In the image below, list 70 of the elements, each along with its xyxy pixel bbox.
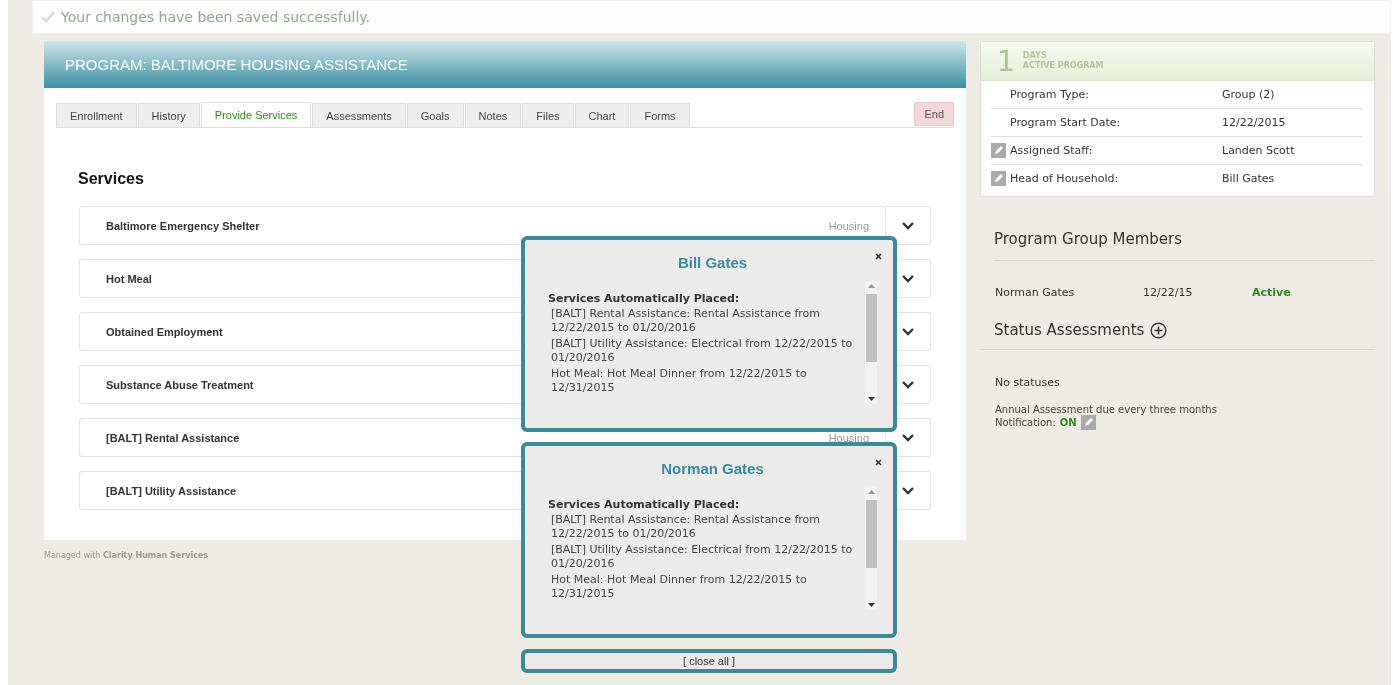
add-icon[interactable] bbox=[1150, 321, 1168, 339]
field-label: Head of Household: bbox=[1010, 172, 1120, 185]
footer-text: Managed with Clarity Human Services bbox=[44, 551, 210, 560]
chevron-down-icon bbox=[902, 221, 914, 230]
close-all-button[interactable]: [ close all ] bbox=[521, 649, 897, 673]
close-button[interactable] bbox=[874, 458, 883, 467]
program-title: PROGRAM: BALTIMORE HOUSING ASSISTANCE bbox=[65, 56, 408, 73]
scrollbar[interactable] bbox=[865, 281, 877, 404]
service-name: Obtained Employment bbox=[106, 325, 223, 338]
empty-status-text: No statuses bbox=[995, 376, 1061, 389]
chevron-down-icon bbox=[902, 433, 914, 442]
close-icon bbox=[875, 459, 882, 466]
tab[interactable]: Enrollment bbox=[56, 103, 137, 127]
scroll-up-icon[interactable] bbox=[867, 284, 875, 288]
member-name: Norman Gates bbox=[995, 286, 1076, 299]
notification-value: ON bbox=[1059, 417, 1077, 428]
placed-service: [BALT] Utility Assistance: Electrical from 12/22/2015 to 01/20/2016 bbox=[550, 543, 854, 571]
scroll-up-icon[interactable] bbox=[867, 490, 875, 494]
popup-heading: Services Automatically Placed: bbox=[548, 498, 741, 511]
tab[interactable]: Chart bbox=[574, 103, 630, 127]
field-value: Group (2) bbox=[1222, 88, 1276, 101]
member-status: Active bbox=[1252, 286, 1291, 299]
member-date: 12/22/15 bbox=[1143, 286, 1194, 299]
close-button[interactable] bbox=[874, 252, 883, 261]
chevron-down-icon bbox=[902, 327, 914, 336]
pencil-icon[interactable] bbox=[1080, 415, 1096, 430]
tab[interactable]: Assessments bbox=[312, 103, 406, 127]
scroll-down-icon[interactable] bbox=[867, 397, 875, 401]
tab[interactable]: History bbox=[137, 103, 200, 127]
checkmark-icon bbox=[41, 11, 55, 23]
service-name: Baltimore Emergency Shelter bbox=[106, 219, 260, 232]
field-value: Bill Gates bbox=[1222, 172, 1276, 185]
service-category: Housing bbox=[828, 431, 869, 444]
status-assessments-heading: Status Assessments bbox=[994, 321, 1145, 339]
assessment-schedule: Annual Assessment due every three months bbox=[995, 404, 1218, 415]
chevron-down-icon bbox=[902, 380, 914, 389]
status-label: ACTIVE PROGRAM bbox=[1022, 61, 1104, 71]
field-value: Landen Scott bbox=[1222, 144, 1296, 157]
tab[interactable]: Provide Services bbox=[200, 102, 312, 127]
scroll-down-icon[interactable] bbox=[867, 603, 875, 607]
field-value: 12/22/2015 bbox=[1222, 116, 1287, 129]
service-category: Housing bbox=[828, 219, 869, 232]
chevron-down-icon bbox=[902, 486, 914, 495]
days-count: 1 bbox=[997, 44, 1015, 78]
service-name: Hot Meal bbox=[106, 272, 152, 285]
tab[interactable]: Files bbox=[522, 103, 574, 127]
tab[interactable]: Forms bbox=[630, 103, 690, 127]
group-members-heading: Program Group Members bbox=[994, 230, 1375, 261]
expand-button[interactable] bbox=[886, 206, 931, 245]
close-icon bbox=[875, 253, 882, 260]
service-name: Substance Abuse Treatment bbox=[106, 378, 254, 391]
success-message: Your changes have been saved successfully. bbox=[61, 9, 371, 25]
tab[interactable]: Goals bbox=[406, 103, 464, 127]
field-label: Assigned Staff: bbox=[1010, 144, 1094, 157]
placed-service: [BALT] Rental Assistance: Rental Assistance from 12/22/2015 to 01/20/2016 bbox=[550, 513, 821, 541]
field-label: Program Start Date: bbox=[1010, 116, 1122, 129]
services-heading: Services bbox=[78, 170, 145, 188]
chevron-down-icon bbox=[902, 274, 914, 283]
placed-service: Hot Meal: Hot Meal Dinner from 12/22/2015 to 12/31/2015 bbox=[550, 573, 808, 601]
end-button[interactable]: End bbox=[914, 102, 954, 126]
tab[interactable]: Notes bbox=[464, 103, 522, 127]
scrollbar[interactable] bbox=[865, 487, 877, 610]
pencil-icon[interactable] bbox=[991, 143, 1006, 158]
placed-service: Hot Meal: Hot Meal Dinner from 12/22/2015 to 12/31/2015 bbox=[550, 367, 808, 395]
notification-label: Notification: bbox=[995, 417, 1056, 428]
field-label: Program Type: bbox=[1010, 88, 1090, 101]
days-label: DAYS bbox=[1022, 51, 1048, 61]
service-name: [BALT] Utility Assistance bbox=[106, 484, 237, 497]
pencil-icon[interactable] bbox=[991, 171, 1006, 186]
service-name: [BALT] Rental Assistance bbox=[106, 431, 240, 444]
